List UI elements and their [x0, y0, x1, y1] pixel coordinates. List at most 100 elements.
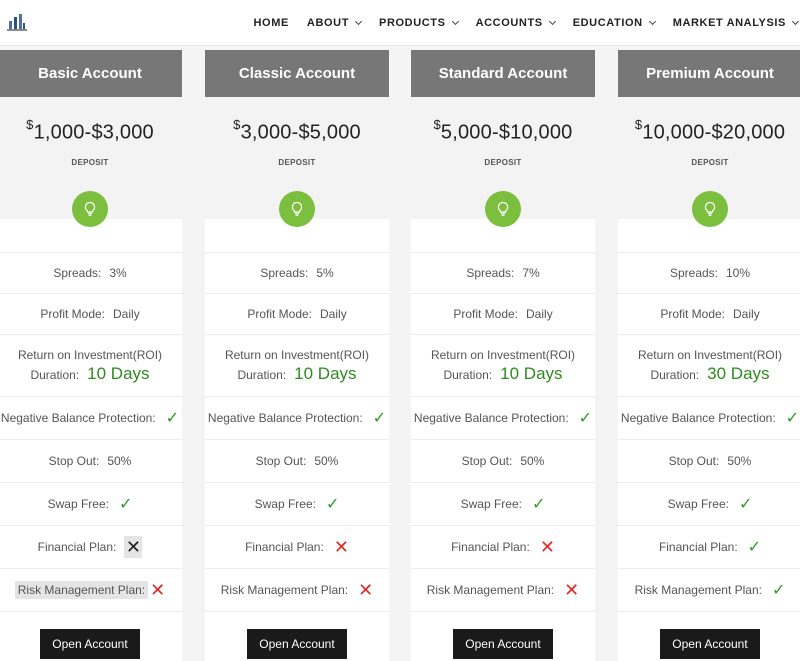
card-footer: Open Account	[411, 611, 595, 661]
cross-icon: ✕	[124, 536, 143, 558]
chevron-down-icon	[451, 17, 459, 26]
financial-plan-row: Financial Plan: ✕	[0, 525, 182, 568]
deposit-label: DEPOSIT	[71, 157, 109, 167]
main-menu: HOME ABOUT PRODUCTS ACCOUNTS EDUCATION M…	[254, 0, 800, 46]
profit-mode-label: Profit Mode:	[40, 307, 106, 321]
pricing-card-standard: Standard Account $5,000-$10,000 DEPOSIT …	[411, 50, 595, 661]
roi-row: Return on Investment(ROI) Duration: 30 Da…	[618, 334, 800, 396]
price-value: 1,000-$3,000	[33, 121, 154, 144]
currency-symbol: $	[634, 117, 643, 132]
profit-mode-row: Profit Mode: Daily	[411, 293, 595, 334]
profit-mode-value: Daily	[320, 307, 347, 321]
bulb-area	[411, 191, 595, 252]
stop-out-value: 50%	[520, 454, 545, 468]
open-account-button[interactable]: Open Account	[247, 628, 347, 659]
negative-balance-label: Negative Balance Protection:	[620, 411, 776, 425]
swap-free-row: Swap Free: ✓	[0, 482, 182, 525]
open-account-button[interactable]: Open Account	[453, 628, 553, 659]
open-account-button[interactable]: Open Account	[40, 628, 140, 659]
risk-management-label: Risk Management Plan:	[14, 581, 149, 599]
pricing-card-classic: Classic Account $3,000-$5,000 DEPOSIT Sp…	[205, 50, 389, 661]
profit-mode-value: Daily	[526, 307, 553, 321]
currency-symbol: $	[433, 117, 441, 132]
financial-plan-label: Financial Plan:	[658, 540, 738, 554]
risk-management-row: Risk Management Plan: ✓	[618, 568, 800, 611]
cross-icon: ✕	[358, 579, 374, 600]
duration-value: 10 Days	[294, 363, 357, 383]
stop-out-row: Stop Out: 50%	[411, 439, 595, 482]
price-value: 5,000-$10,000	[440, 121, 573, 144]
duration-value: 10 Days	[87, 363, 150, 383]
nav-item-education[interactable]: EDUCATION	[572, 17, 656, 29]
profit-mode-value: Daily	[113, 307, 140, 321]
nav-item-about[interactable]: ABOUT	[307, 17, 363, 29]
spreads-value: 5%	[316, 266, 334, 280]
nav-item-accounts[interactable]: ACCOUNTS	[476, 17, 556, 29]
profit-mode-row: Profit Mode: Daily	[205, 293, 389, 334]
price-value: 3,000-$5,000	[240, 121, 361, 144]
nav-item-label: EDUCATION	[572, 17, 643, 29]
pricing-card-premium: Premium Account $10,000-$20,000 DEPOSIT …	[618, 50, 800, 661]
risk-management-label: Risk Management Plan:	[220, 583, 349, 597]
stop-out-row: Stop Out: 50%	[0, 439, 182, 482]
swap-free-label: Swap Free:	[667, 497, 729, 511]
chevron-down-icon	[791, 17, 800, 26]
check-icon: ✓	[738, 496, 753, 513]
lightbulb-icon	[692, 191, 728, 227]
nav-item-label: HOME	[253, 17, 289, 29]
profit-mode-row: Profit Mode: Daily	[618, 293, 800, 334]
duration-value: 30 Days	[707, 363, 770, 383]
currency-symbol: $	[26, 117, 34, 132]
duration-label: Duration:	[650, 367, 700, 382]
profit-mode-label: Profit Mode:	[660, 307, 726, 321]
deposit-label: DEPOSIT	[484, 157, 522, 167]
profit-mode-label: Profit Mode:	[453, 307, 519, 321]
check-icon: ✓	[747, 539, 762, 556]
price-range: $3,000-$5,000	[205, 97, 389, 145]
risk-management-label: Risk Management Plan:	[634, 583, 762, 597]
check-icon: ✓	[165, 410, 180, 427]
lightbulb-icon	[72, 191, 108, 227]
duration-label: Duration:	[30, 367, 80, 382]
spreads-label: Spreads:	[466, 266, 515, 280]
negative-balance-label: Negative Balance Protection:	[207, 411, 363, 425]
bulb-area	[205, 191, 389, 252]
duration-label: Duration:	[443, 367, 493, 382]
cross-icon: ✕	[150, 579, 166, 600]
financial-plan-row: Financial Plan: ✕	[411, 525, 595, 568]
roi-label: Return on Investment(ROI)	[637, 347, 783, 362]
nav-item-market-analysis[interactable]: MARKET ANALYSIS	[672, 17, 800, 29]
profit-mode-row: Profit Mode: Daily	[0, 293, 182, 334]
swap-free-row: Swap Free: ✓	[618, 482, 800, 525]
nav-item-home[interactable]: HOME	[254, 17, 289, 29]
spreads-row: Spreads: 7%	[411, 252, 595, 293]
cross-icon: ✕	[564, 579, 580, 600]
nav-item-products[interactable]: PRODUCTS	[379, 17, 459, 29]
check-icon: ✓	[772, 582, 786, 599]
nav-item-label: MARKET ANALYSIS	[672, 17, 786, 29]
bulb-area	[0, 191, 182, 252]
top-navbar: HOME ABOUT PRODUCTS ACCOUNTS EDUCATION M…	[0, 0, 800, 46]
spreads-row: Spreads: 10%	[618, 252, 800, 293]
swap-free-row: Swap Free: ✓	[205, 482, 389, 525]
stop-out-value: 50%	[314, 454, 339, 468]
spreads-row: Spreads: 3%	[0, 252, 182, 293]
price-range: $5,000-$10,000	[411, 97, 595, 145]
spreads-row: Spreads: 5%	[205, 252, 389, 293]
spreads-value: 3%	[109, 266, 127, 280]
building-chart-icon[interactable]	[6, 13, 28, 33]
stop-out-row: Stop Out: 50%	[618, 439, 800, 482]
cross-icon: ✕	[539, 536, 555, 557]
swap-free-label: Swap Free:	[47, 497, 109, 511]
negative-balance-label: Negative Balance Protection:	[413, 411, 569, 425]
open-account-button[interactable]: Open Account	[660, 628, 760, 659]
spreads-value: 7%	[522, 266, 540, 280]
roi-label: Return on Investment(ROI)	[17, 347, 163, 362]
deposit-label: DEPOSIT	[691, 157, 729, 167]
plan-title: Standard Account	[411, 50, 595, 97]
check-icon: ✓	[531, 496, 546, 513]
negative-balance-row: Negative Balance Protection: ✓	[205, 396, 389, 439]
check-icon: ✓	[785, 410, 800, 427]
chevron-down-icon	[548, 17, 556, 26]
pricing-card-basic: Basic Account $1,000-$3,000 DEPOSIT Spre…	[0, 50, 182, 661]
